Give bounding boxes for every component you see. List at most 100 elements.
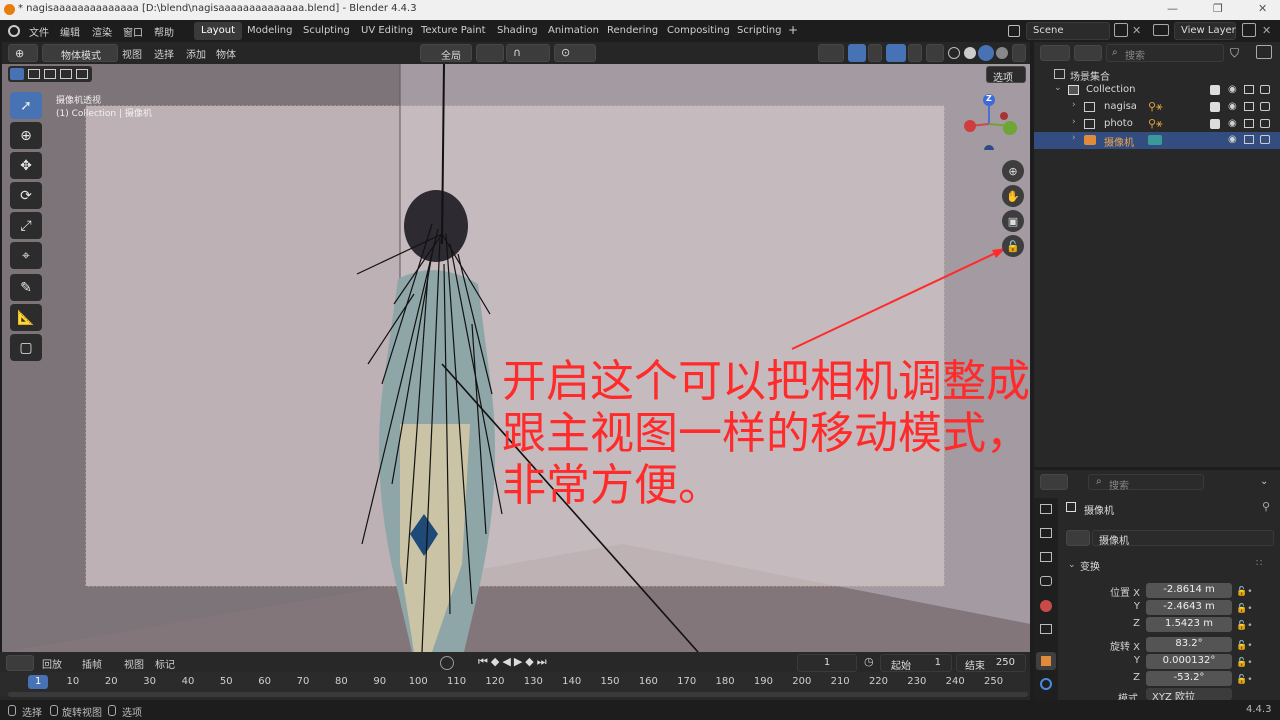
timeline-menu-playback[interactable]: 回放	[42, 656, 62, 671]
timeline-menu-keying[interactable]: 插帧	[82, 656, 102, 671]
gizmo-toggle-button[interactable]	[848, 44, 866, 62]
viewport-menu-object[interactable]: 物体	[216, 46, 236, 61]
camera-view-button[interactable]: ▣	[1002, 210, 1024, 232]
expand-chevron-icon[interactable]: ›	[1072, 100, 1076, 110]
shading-dropdown[interactable]	[1012, 44, 1026, 62]
collection-tab[interactable]	[1040, 624, 1052, 634]
section-chevron-icon[interactable]: ⌄	[1068, 560, 1076, 570]
render-camera-icon[interactable]	[1260, 85, 1270, 94]
rotation-y-field[interactable]: 0.000132°	[1146, 654, 1232, 669]
overlay-toggle-button[interactable]	[886, 44, 906, 62]
exclude-checkbox[interactable]	[1210, 119, 1220, 129]
gizmo-dropdown[interactable]	[868, 44, 882, 62]
visibility-button[interactable]	[818, 44, 844, 62]
tab-texture-paint[interactable]: Texture Paint	[414, 22, 493, 40]
auto-keying-button[interactable]	[440, 656, 454, 670]
timeline-editor-type-button[interactable]	[6, 655, 34, 671]
lock-icons-rotation[interactable]: 🔓• 🔓• 🔓•	[1236, 638, 1253, 689]
measure-tool[interactable]: 📐	[10, 304, 42, 331]
expand-chevron-icon[interactable]: ›	[1072, 133, 1076, 143]
object-name-field[interactable]: 摄像机	[1092, 530, 1274, 547]
cursor-tool[interactable]: ⊕	[10, 122, 42, 149]
object-data-browse-button[interactable]	[1066, 530, 1090, 546]
expand-chevron-icon[interactable]: ⌄	[1054, 83, 1062, 93]
tab-rendering[interactable]: Rendering	[600, 22, 665, 40]
editor-type-button[interactable]: ⊕	[8, 44, 38, 62]
snap-button[interactable]: ∩	[506, 44, 550, 62]
new-collection-icon[interactable]	[1256, 45, 1272, 59]
viewport-disable-icon[interactable]	[1244, 119, 1254, 128]
transform-orientation-selector[interactable]: 全局	[420, 44, 472, 62]
outliner-editor-type-button[interactable]	[1040, 45, 1070, 61]
select-mode-set-button[interactable]	[10, 68, 24, 80]
rendered-shading-button[interactable]	[996, 47, 1008, 59]
menu-window[interactable]: 窗口	[123, 24, 143, 39]
new-scene-icon[interactable]	[1114, 23, 1128, 37]
properties-search-input[interactable]: 搜索	[1088, 474, 1204, 492]
select-mode-extend-button[interactable]	[28, 69, 40, 79]
select-mode-invert-button[interactable]	[60, 69, 72, 79]
viewport-disable-icon[interactable]	[1244, 85, 1254, 94]
pivot-point-button[interactable]	[476, 44, 504, 62]
outliner-search-input[interactable]: 搜索	[1106, 44, 1224, 62]
physics-tab[interactable]	[1040, 678, 1052, 690]
viewport-menu-view[interactable]: 视图	[122, 46, 142, 61]
render-tab[interactable]	[1040, 528, 1052, 538]
tab-layout[interactable]: Layout	[194, 22, 242, 40]
current-frame-field[interactable]: 1	[797, 654, 857, 672]
tab-animation[interactable]: Animation	[541, 22, 606, 40]
move-tool[interactable]: ✥	[10, 152, 42, 179]
scene-tab[interactable]	[1040, 576, 1052, 586]
navigation-gizmo[interactable]: Z	[960, 92, 1018, 155]
scale-tool[interactable]: ⤢	[10, 212, 42, 239]
rotation-z-field[interactable]: -53.2°	[1146, 671, 1232, 686]
outliner-row-scene-collection[interactable]: 场景集合	[1034, 66, 1280, 83]
xray-button[interactable]	[926, 44, 944, 62]
playback-controls[interactable]: ⏮◆◀▶◆⏭	[478, 655, 550, 669]
render-camera-icon[interactable]	[1260, 102, 1270, 111]
zoom-button[interactable]: ⊕	[1002, 160, 1024, 182]
lock-icons-location[interactable]: 🔓• 🔓• 🔓•	[1236, 584, 1253, 635]
viewport-disable-icon[interactable]	[1244, 102, 1254, 111]
tab-compositing[interactable]: Compositing	[660, 22, 737, 40]
tab-sculpting[interactable]: Sculpting	[296, 22, 357, 40]
minimize-button[interactable]: —	[1167, 2, 1178, 15]
outliner-row-camera[interactable]: › 摄像机 ◉	[1034, 132, 1280, 149]
mode-selector[interactable]: 物体模式	[42, 44, 118, 62]
pan-button[interactable]: ✋	[1002, 185, 1024, 207]
timeline-menu-view[interactable]: 视图	[124, 656, 144, 671]
properties-editor-type-button[interactable]	[1040, 474, 1068, 490]
rotation-mode-selector[interactable]: XYZ 欧拉	[1146, 688, 1232, 700]
location-x-field[interactable]: -2.8614 m	[1146, 583, 1232, 598]
rotation-x-field[interactable]: 83.2°	[1146, 637, 1232, 652]
visibility-eye-icon[interactable]: ◉	[1228, 101, 1237, 112]
material-shading-button[interactable]	[978, 45, 994, 61]
solid-shading-button[interactable]	[964, 47, 976, 59]
visibility-eye-icon[interactable]: ◉	[1228, 84, 1237, 95]
lock-camera-to-view-button[interactable]: 🔓	[1002, 235, 1024, 257]
drag-handle-icon[interactable]: ∷	[1256, 558, 1262, 569]
world-tab[interactable]	[1040, 600, 1052, 612]
menu-render[interactable]: 渲染	[92, 24, 112, 39]
dropdown-icon[interactable]: ⌄	[1260, 476, 1268, 487]
filter-icon[interactable]: ⛉	[1230, 46, 1239, 61]
frame-start-field[interactable]: 起始 1	[880, 654, 952, 672]
viewport-disable-icon[interactable]	[1244, 135, 1254, 144]
proportional-edit-button[interactable]: ⊙	[554, 44, 596, 62]
outliner-row-nagisa[interactable]: › nagisa ⚲⚹ ◉	[1034, 99, 1280, 116]
select-box-tool[interactable]: ➚	[10, 92, 42, 119]
exclude-checkbox[interactable]	[1210, 102, 1220, 112]
display-mode-button[interactable]	[1074, 45, 1102, 61]
remove-view-layer-icon[interactable]: ✕	[1262, 24, 1271, 37]
3d-viewport[interactable]: 摄像机透视 (1) Collection | 摄像机 选项 ➚ ⊕ ✥ ⟳ ⤢ …	[2, 64, 1030, 652]
timeline-menu-marker[interactable]: 标记	[155, 656, 175, 671]
view-layer-selector[interactable]: View Layer	[1174, 22, 1236, 40]
viewport-menu-add[interactable]: 添加	[186, 46, 206, 61]
remove-scene-icon[interactable]: ✕	[1132, 24, 1141, 37]
outliner-row-collection[interactable]: ⌄ Collection ◉	[1034, 82, 1280, 99]
wireframe-shading-button[interactable]	[948, 47, 960, 59]
tool-tab[interactable]	[1040, 504, 1052, 514]
options-button[interactable]: 选项	[986, 66, 1026, 84]
tab-uv-editing[interactable]: UV Editing	[354, 22, 420, 40]
new-view-layer-icon[interactable]	[1242, 23, 1256, 37]
